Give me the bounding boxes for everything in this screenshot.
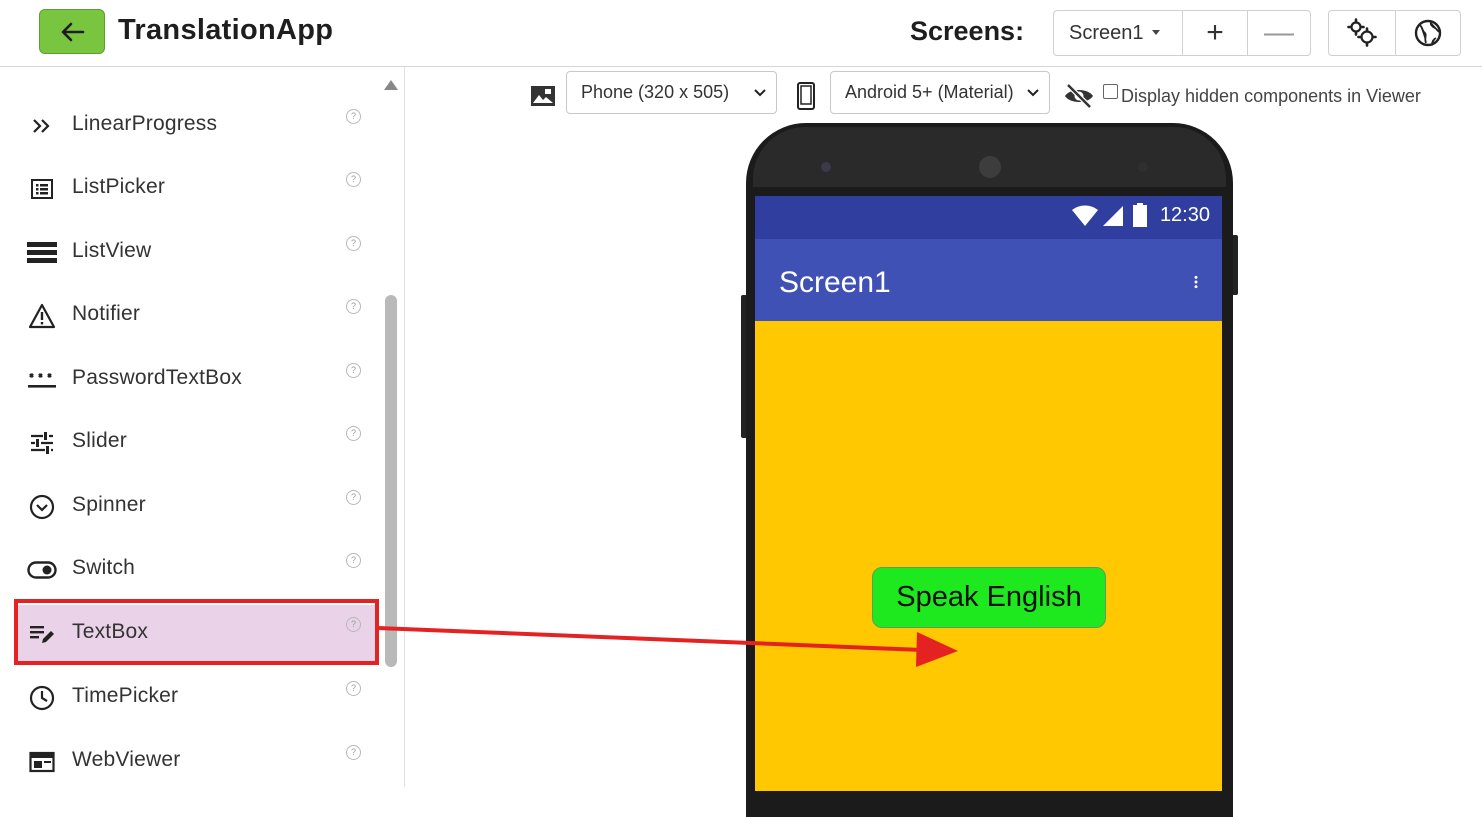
annotation-arrow: [378, 626, 958, 667]
